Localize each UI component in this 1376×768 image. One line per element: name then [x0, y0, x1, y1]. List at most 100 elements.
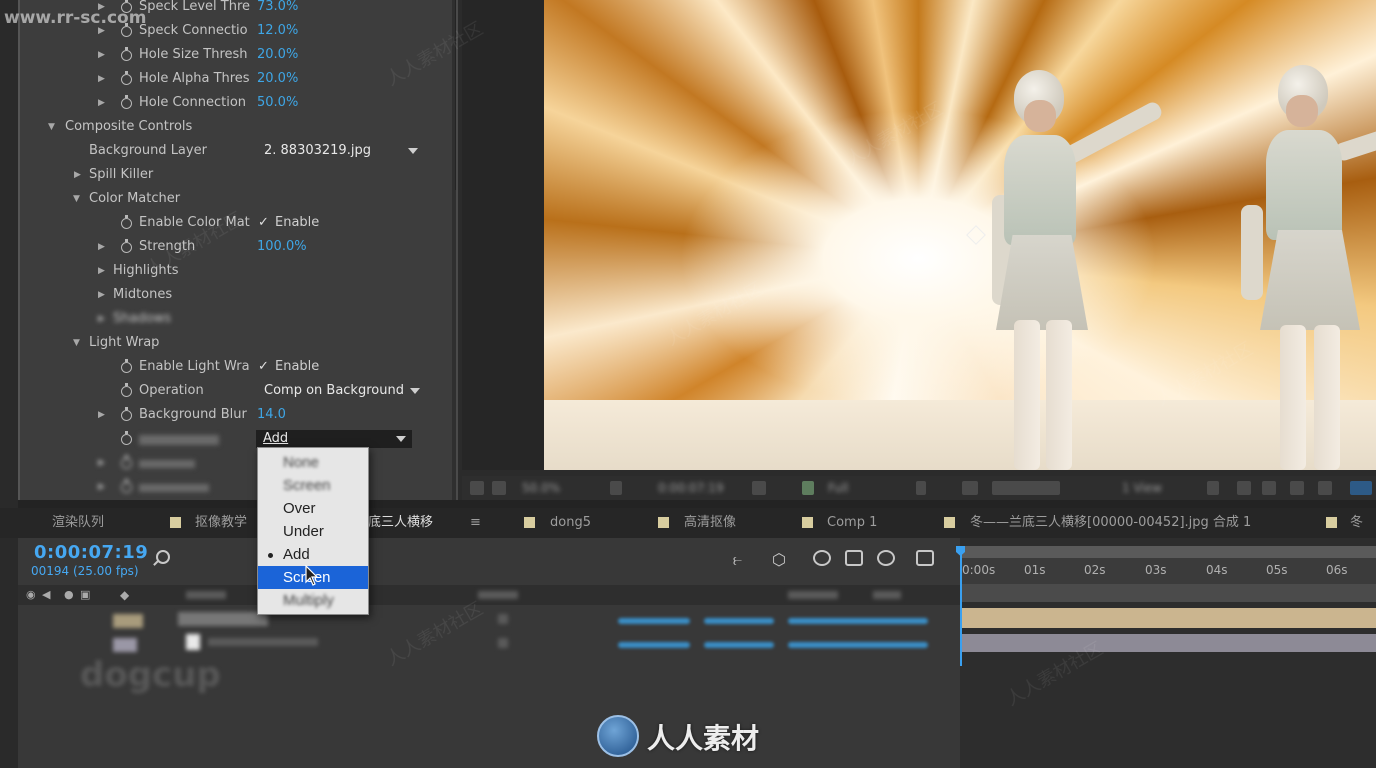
- tab-menu-icon[interactable]: ≡: [470, 515, 481, 530]
- chevron-down-icon[interactable]: [410, 388, 420, 394]
- stopwatch-icon[interactable]: [121, 431, 132, 445]
- composition-viewer[interactable]: 50.0% 0:00:07:19 Full 1 View: [456, 0, 1376, 500]
- menu-item-none[interactable]: None: [258, 451, 368, 474]
- property-value[interactable]: 100.0%: [257, 236, 307, 258]
- group-color-matcher[interactable]: ▼ Color Matcher: [18, 188, 438, 210]
- chevron-down-icon[interactable]: [408, 148, 418, 154]
- switch[interactable]: [498, 638, 508, 648]
- tab-hd-keying[interactable]: 高清抠像: [684, 508, 736, 538]
- property-value[interactable]: 14.0: [257, 404, 286, 426]
- expand-arrow-icon[interactable]: ▶: [98, 452, 105, 474]
- layer-duration-bar[interactable]: [960, 634, 1376, 652]
- transparency-icon[interactable]: [962, 481, 978, 495]
- menu-item-under[interactable]: Under: [258, 520, 368, 543]
- tab-jpg-comp[interactable]: 冬——兰底三人横移[00000-00452].jpg 合成 1: [970, 508, 1251, 538]
- channel-icon[interactable]: [802, 481, 814, 495]
- enable-checkbox-label[interactable]: Enable: [275, 356, 319, 378]
- timeline-graph[interactable]: 0:00s 01s 02s 03s 04s 05s 06s: [956, 538, 1376, 768]
- property-value[interactable]: 12.0%: [257, 20, 298, 42]
- group-composite-controls[interactable]: ▼ Composite Controls: [18, 116, 438, 138]
- view-layout-dropdown[interactable]: 1 View: [1122, 480, 1162, 496]
- always-preview-icon[interactable]: [470, 481, 484, 495]
- expand-arrow-icon[interactable]: ▶: [98, 44, 105, 66]
- expand-arrow-icon[interactable]: ▶: [74, 164, 81, 186]
- solo-icon[interactable]: ●: [64, 588, 74, 601]
- property-background-layer[interactable]: Background Layer 2. 88303219.jpg: [18, 140, 438, 162]
- property-value[interactable]: 73.0%: [257, 0, 298, 18]
- stopwatch-icon[interactable]: [121, 239, 132, 253]
- composition-flowchart-icon[interactable]: ⥼: [733, 550, 751, 569]
- motion-blur-icon[interactable]: [877, 550, 895, 566]
- group-light-wrap[interactable]: ▼ Light Wrap: [18, 332, 438, 354]
- composition-frame[interactable]: [544, 0, 1376, 470]
- property-value[interactable]: 50.0%: [257, 92, 298, 114]
- blend-mode-menu[interactable]: None Screen Over Under Add Screen Multip…: [257, 447, 369, 615]
- lock-icon[interactable]: ▣: [80, 588, 90, 601]
- enable-checkbox-label[interactable]: Enable: [275, 212, 319, 234]
- layer-duration-bar[interactable]: [960, 608, 1376, 628]
- time-ruler[interactable]: 0:00s 01s 02s 03s 04s 05s 06s: [960, 558, 1376, 584]
- background-layer-dropdown[interactable]: 2. 88303219.jpg: [264, 140, 371, 162]
- stopwatch-icon[interactable]: [121, 407, 132, 421]
- chevron-down-icon[interactable]: [396, 436, 406, 442]
- expand-arrow-icon[interactable]: ▶: [98, 260, 105, 282]
- group-midtones[interactable]: ▶ Midtones: [18, 284, 438, 306]
- layer-row[interactable]: [18, 608, 960, 632]
- tab-dong[interactable]: 冬: [1350, 508, 1363, 538]
- expand-arrow-icon[interactable]: ▶: [98, 92, 105, 114]
- current-time-display[interactable]: 0:00:07:19: [34, 542, 148, 563]
- eye-icon[interactable]: ◉: [26, 588, 36, 601]
- snapshot-icon[interactable]: [752, 481, 766, 495]
- property-blend-mode[interactable]: Add: [18, 428, 438, 450]
- property-hole-connection[interactable]: ▶ Hole Connection 50.0%: [18, 92, 438, 114]
- stopwatch-icon[interactable]: [121, 383, 132, 397]
- exposure-icon[interactable]: [1237, 481, 1251, 495]
- tab-comp1[interactable]: Comp 1: [827, 508, 877, 538]
- reset-exposure-icon[interactable]: [1207, 481, 1219, 495]
- fit-icon[interactable]: [610, 481, 622, 495]
- shy-layers-icon[interactable]: [813, 550, 831, 566]
- tab-dong5[interactable]: dong5: [550, 508, 591, 538]
- zoom-dropdown[interactable]: 50.0%: [522, 480, 560, 496]
- stopwatch-icon[interactable]: [121, 95, 132, 109]
- region-icon[interactable]: [916, 481, 926, 495]
- fast-preview-icon[interactable]: [1262, 481, 1276, 495]
- viewer-timecode[interactable]: 0:00:07:19: [658, 480, 724, 496]
- property-blurred-1[interactable]: ▶: [18, 452, 438, 474]
- group-highlights[interactable]: ▶ Highlights: [18, 260, 438, 282]
- menu-item-blurred[interactable]: Screen: [258, 474, 368, 497]
- property-blurred-2[interactable]: ▶: [18, 476, 438, 498]
- property-strength[interactable]: ▶ Strength 100.0%: [18, 236, 438, 258]
- switch[interactable]: [498, 614, 508, 624]
- layer-row[interactable]: [18, 632, 960, 656]
- stopwatch-icon[interactable]: [121, 479, 132, 493]
- expand-arrow-icon[interactable]: ▶: [98, 404, 105, 426]
- expand-arrow-icon[interactable]: ▶: [98, 476, 105, 498]
- tab-keying-tutorial[interactable]: 抠像教学: [195, 508, 247, 538]
- resolution-dropdown[interactable]: Full: [828, 480, 849, 496]
- property-enable-light-wrap[interactable]: Enable Light Wra ✓ Enable: [18, 356, 438, 378]
- property-background-blur[interactable]: ▶ Background Blur 14.0: [18, 404, 438, 426]
- checkmark-icon[interactable]: ✓: [258, 212, 269, 234]
- property-hole-size[interactable]: ▶ Hole Size Thresh 20.0%: [18, 44, 438, 66]
- stopwatch-icon[interactable]: [121, 359, 132, 373]
- search-icon[interactable]: [156, 550, 170, 564]
- comp-marker-bar[interactable]: [960, 584, 1376, 602]
- operation-dropdown[interactable]: Comp on Background: [264, 380, 404, 402]
- stopwatch-icon[interactable]: [121, 71, 132, 85]
- stopwatch-icon[interactable]: [121, 215, 132, 229]
- exposure-value[interactable]: [1350, 481, 1372, 495]
- current-time-indicator[interactable]: [960, 546, 962, 666]
- expand-arrow-icon[interactable]: ▶: [98, 68, 105, 90]
- menu-item-add[interactable]: Add: [258, 543, 368, 566]
- panel-divider[interactable]: [456, 0, 458, 500]
- property-value[interactable]: 20.0%: [257, 68, 298, 90]
- graph-editor-icon[interactable]: [916, 550, 934, 566]
- timeline-icon[interactable]: [1290, 481, 1304, 495]
- property-value[interactable]: 20.0%: [257, 44, 298, 66]
- property-operation[interactable]: Operation Comp on Background: [18, 380, 438, 402]
- menu-item-over[interactable]: Over: [258, 497, 368, 520]
- property-enable-color-match[interactable]: Enable Color Mat ✓ Enable: [18, 212, 438, 234]
- expand-arrow-icon[interactable]: ▶: [98, 284, 105, 306]
- tab-render-queue[interactable]: 渲染队列: [52, 508, 104, 538]
